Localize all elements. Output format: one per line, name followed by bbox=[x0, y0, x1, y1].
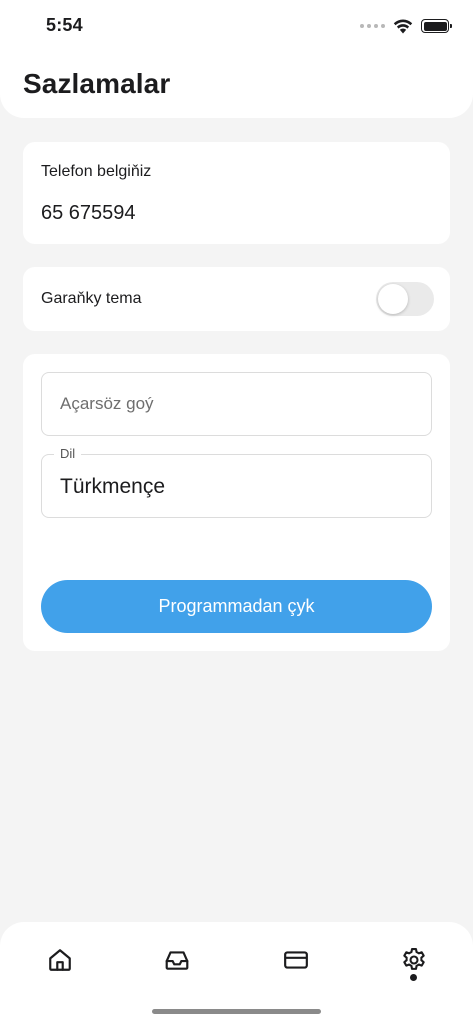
gear-icon bbox=[403, 947, 425, 970]
tab-payment[interactable] bbox=[276, 940, 316, 980]
home-indicator bbox=[152, 1009, 321, 1014]
active-tab-indicator bbox=[410, 974, 417, 981]
tab-inbox[interactable] bbox=[157, 940, 197, 980]
phone-card: Telefon belgiňiz 65 675594 bbox=[23, 142, 450, 244]
dark-theme-label: Garaňky tema bbox=[41, 290, 142, 307]
password-input[interactable] bbox=[60, 373, 415, 434]
home-icon bbox=[49, 949, 71, 971]
language-label: Dil bbox=[54, 446, 82, 461]
wifi-icon bbox=[393, 19, 413, 34]
language-value: Türkmençe bbox=[60, 475, 166, 498]
phone-number-value: 65 675594 bbox=[41, 202, 136, 224]
signal-dots-icon bbox=[360, 24, 385, 28]
dark-theme-toggle[interactable] bbox=[376, 282, 434, 316]
status-bar: 5:54 bbox=[0, 0, 473, 52]
credit-card-icon bbox=[284, 951, 308, 969]
dark-theme-card: Garaňky tema bbox=[23, 267, 450, 331]
status-icons bbox=[360, 17, 452, 35]
settings-form-card: Dil Türkmençe Programmadan çyk bbox=[23, 354, 450, 651]
page-title: Sazlamalar bbox=[23, 68, 171, 99]
tab-home[interactable] bbox=[40, 940, 80, 980]
toggle-knob bbox=[378, 284, 408, 314]
inbox-icon bbox=[165, 951, 189, 970]
phone-number-label: Telefon belgiňiz bbox=[41, 163, 152, 180]
tab-bar bbox=[0, 922, 473, 1024]
language-field[interactable]: Dil Türkmençe bbox=[41, 446, 432, 518]
header: 5:54 Sazlamalar bbox=[0, 0, 473, 118]
password-field bbox=[41, 372, 432, 436]
status-time: 5:54 bbox=[46, 15, 83, 35]
battery-icon bbox=[421, 19, 452, 33]
logout-button[interactable]: Programmadan çyk bbox=[41, 580, 432, 633]
